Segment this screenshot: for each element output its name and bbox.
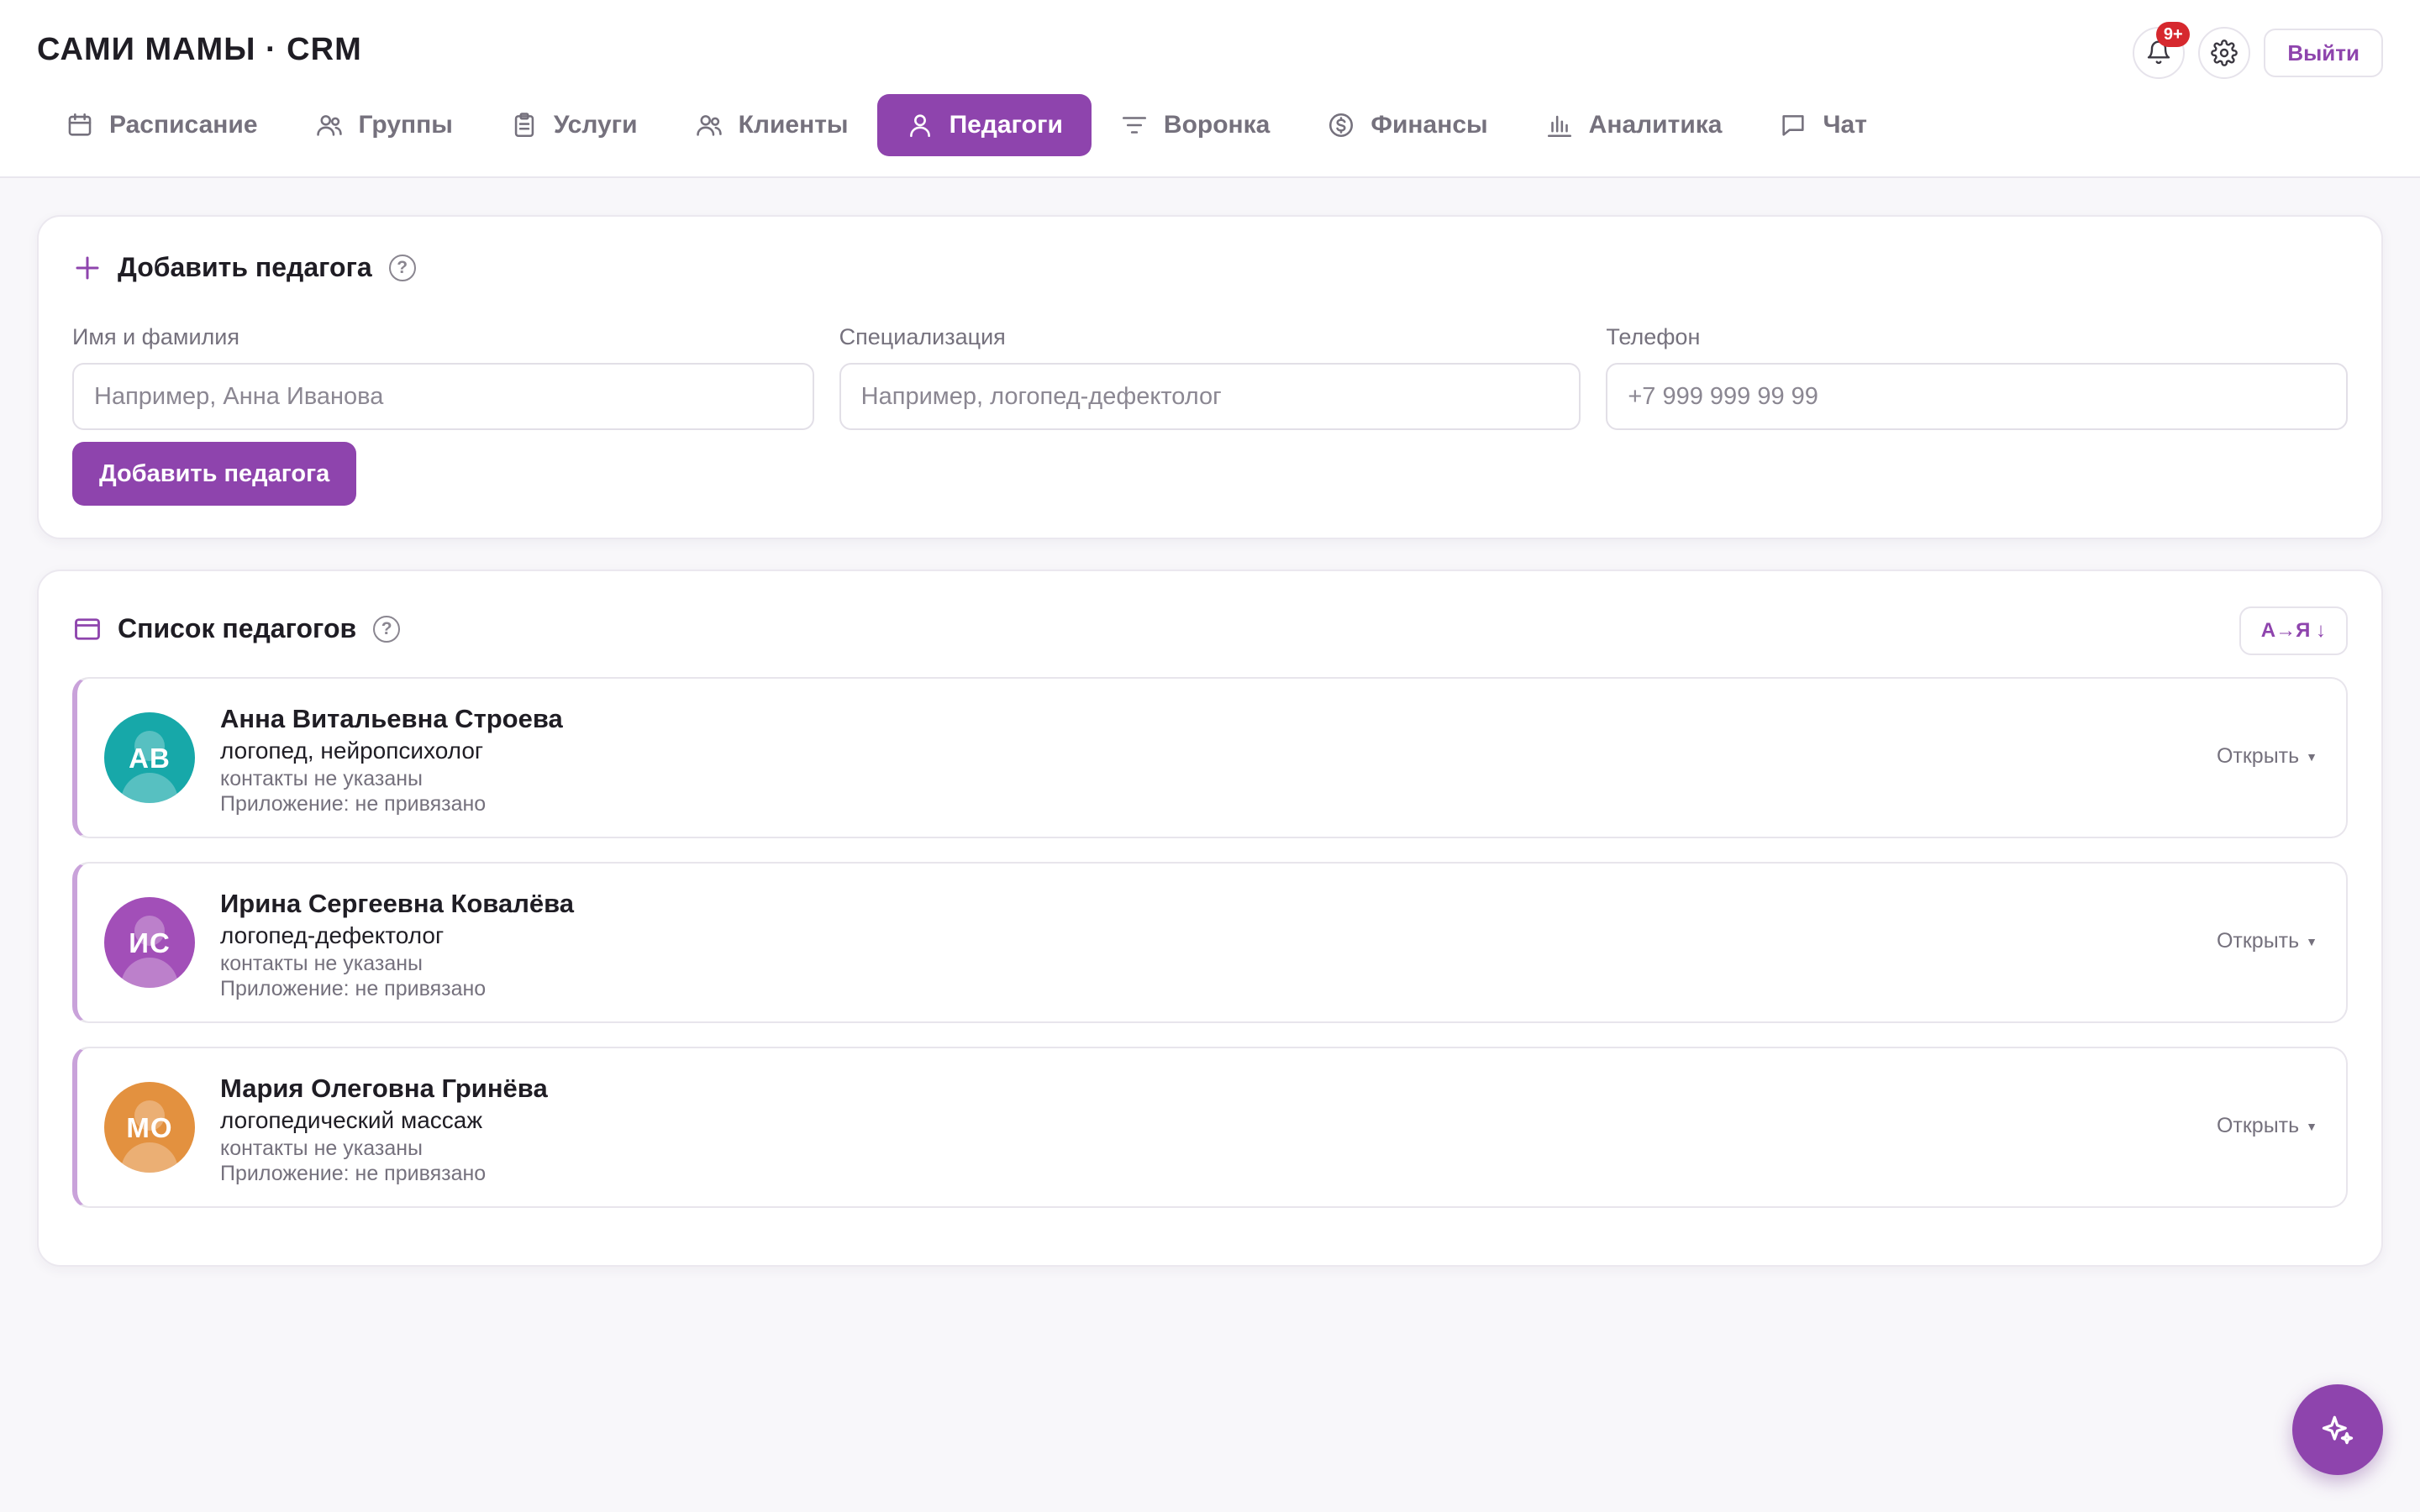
main-nav: Расписание Группы Услуги Клиенты Педагог… [37, 94, 1896, 156]
tab-label: Воронка [1163, 111, 1270, 139]
add-teacher-title: Добавить педагога [118, 252, 372, 282]
teacher-list-title: Список педагогов [118, 613, 357, 643]
teacher-info: Анна Витальевна Строева логопед, нейропс… [220, 702, 563, 816]
chevron-down-icon: ▼ [2306, 934, 2317, 948]
tab-label: Педагоги [949, 111, 1063, 139]
tab-clients[interactable]: Клиенты [666, 94, 877, 156]
tab-analytics[interactable]: Аналитика [1517, 94, 1751, 156]
teacher-name: Мария Олеговна Гринёва [220, 1074, 548, 1103]
tab-teachers[interactable]: Педагоги [876, 94, 1092, 156]
teacher-list: АВ Анна Витальевна Строева логопед, нейр… [72, 677, 2348, 1231]
ai-assistant-button[interactable] [2292, 1384, 2383, 1475]
name-field[interactable] [72, 363, 814, 430]
gear-icon [2211, 39, 2238, 66]
teacher-name: Анна Витальевна Строева [220, 704, 563, 733]
teacher-list-header: Список педагогов ? [72, 613, 401, 644]
help-icon[interactable]: ? [373, 615, 401, 643]
plus-icon [76, 256, 99, 279]
app-title: САМИ МАМЫ · CRM [37, 32, 362, 67]
open-label: Открыть [2216, 929, 2300, 953]
open-button[interactable]: Открыть ▼ [2217, 929, 2317, 953]
open-label: Открыть [2216, 744, 2300, 768]
filter-icon [1122, 117, 1146, 134]
tab-label: Финансы [1370, 111, 1488, 139]
tab-schedule[interactable]: Расписание [37, 94, 287, 156]
tab-groups[interactable]: Группы [287, 94, 481, 156]
teacher-contacts: контакты не указаны [220, 767, 423, 790]
list-item[interactable]: ИС Ирина Сергеевна Ковалёва логопед-дефе… [72, 862, 2348, 1023]
logout-button[interactable]: Выйти [2264, 29, 2383, 77]
avatar-initials: АВ [129, 743, 171, 774]
teacher-app-status: Приложение: не привязано [220, 792, 487, 816]
users-icon [316, 115, 342, 136]
teacher-app-status: Приложение: не привязано [220, 1162, 487, 1185]
teacher-list-card: Список педагогов ? А→Я ↓ АВ Анна Виталье… [37, 570, 2383, 1267]
phone-field[interactable] [1606, 363, 2349, 430]
header-actions: 9+ Выйти [2133, 22, 2383, 79]
name-field-group: Имя и фамилия [72, 324, 814, 430]
teacher-contacts: контакты не указаны [220, 1137, 423, 1160]
list-item[interactable]: АВ Анна Витальевна Строева логопед, нейр… [72, 677, 2348, 838]
avatar-initials: ИС [129, 927, 171, 958]
users-icon [696, 115, 722, 136]
tab-chat[interactable]: Чат [1750, 94, 1895, 156]
tab-label: Расписание [109, 111, 258, 139]
sort-button[interactable]: А→Я ↓ [2238, 606, 2348, 655]
tab-finance[interactable]: Финансы [1298, 94, 1516, 156]
chevron-down-icon: ▼ [2306, 1119, 2317, 1133]
teacher-contacts: контакты не указаны [220, 952, 423, 975]
help-icon[interactable]: ? [388, 254, 416, 281]
add-teacher-form: Имя и фамилия Специализация Телефон [72, 324, 2349, 430]
tab-label: Чат [1823, 111, 1867, 139]
teacher-specialization: логопед-дефектолог [220, 922, 445, 948]
tab-label: Группы [358, 111, 453, 139]
top-bar: САМИ МАМЫ · CRM 9+ Выйти Расписание Груп… [0, 0, 2420, 178]
chat-icon [1782, 115, 1805, 136]
teacher-name: Ирина Сергеевна Ковалёва [220, 889, 575, 918]
sparkles-icon [2322, 1415, 2354, 1445]
name-field-label: Имя и фамилия [72, 324, 240, 349]
card-list-icon [75, 617, 100, 640]
teacher-info: Ирина Сергеевна Ковалёва логопед-дефекто… [220, 887, 574, 1001]
avatar: ИС [104, 897, 195, 988]
specialization-field-label: Специализация [839, 324, 1006, 349]
add-teacher-header: Добавить педагога ? [72, 252, 416, 283]
open-button[interactable]: Открыть ▼ [2217, 744, 2317, 769]
specialization-field[interactable] [839, 363, 1581, 430]
teacher-specialization: логопедический массаж [220, 1107, 483, 1133]
tab-label: Аналитика [1588, 111, 1723, 139]
add-teacher-button[interactable]: Добавить педагога [72, 442, 357, 506]
notifications-button[interactable]: 9+ [2133, 22, 2191, 79]
teacher-specialization: логопед, нейропсихолог [220, 738, 484, 764]
settings-button[interactable] [2198, 27, 2251, 79]
tab-funnel[interactable]: Воронка [1092, 94, 1298, 156]
avatar: АВ [104, 712, 195, 803]
tab-label: Услуги [553, 111, 638, 139]
phone-field-label: Телефон [1606, 324, 1701, 349]
tab-label: Клиенты [738, 111, 849, 139]
add-teacher-card: Добавить педагога ? Имя и фамилия Специа… [37, 215, 2383, 539]
open-label: Открыть [2216, 1114, 2300, 1137]
notifications-badge: 9+ [2156, 22, 2191, 47]
chevron-down-icon: ▼ [2306, 749, 2317, 764]
phone-field-group: Телефон [1606, 324, 2349, 430]
user-icon [909, 114, 930, 138]
tab-services[interactable]: Услуги [481, 94, 666, 156]
specialization-field-group: Специализация [839, 324, 1581, 430]
avatar: МО [104, 1082, 195, 1173]
avatar-initials: МО [126, 1112, 173, 1143]
avatar-silhouette-body [121, 958, 178, 988]
avatar-silhouette-body [121, 1142, 178, 1173]
avatar-silhouette-body [121, 773, 178, 803]
teacher-info: Мария Олеговна Гринёва логопедический ма… [220, 1072, 548, 1186]
teacher-app-status: Приложение: не привязано [220, 977, 487, 1000]
list-item[interactable]: МО Мария Олеговна Гринёва логопедический… [72, 1047, 2348, 1208]
bar-chart-icon [1547, 115, 1571, 138]
open-button[interactable]: Открыть ▼ [2217, 1114, 2317, 1138]
clipboard-icon [514, 113, 534, 138]
dollar-icon [1329, 113, 1354, 138]
calendar-icon [68, 113, 92, 136]
